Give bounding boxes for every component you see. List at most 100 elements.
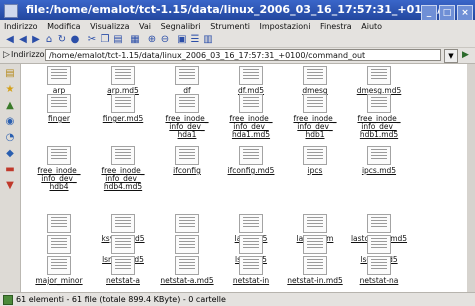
text-file-icon — [111, 214, 135, 233]
file-item[interactable]: arp.md5 — [91, 66, 155, 95]
menu-impostazioni[interactable]: Impostazioni — [259, 22, 310, 31]
file-item[interactable]: ipcs — [283, 146, 347, 175]
go-icon[interactable]: ▶ — [459, 49, 472, 61]
file-item[interactable]: df.md5 — [219, 66, 283, 95]
favorites-icon[interactable]: ★ — [4, 84, 16, 96]
copy-icon[interactable]: ❐ — [99, 34, 111, 46]
root-folder-icon[interactable]: ▼ — [4, 180, 16, 192]
forward-icon[interactable]: ▶ — [30, 34, 42, 46]
file-icon-view: arp arp.md5 df df.md5 dmesg dmesg.md5 finger fi… — [21, 64, 475, 292]
file-item[interactable]: netstat-a — [91, 256, 155, 285]
file-item[interactable]: ifconfig — [155, 146, 219, 175]
location-label: Indirizzo: — [11, 50, 48, 59]
text-file-icon — [47, 214, 71, 233]
text-file-icon — [47, 66, 71, 85]
file-item[interactable]: netstat-in — [219, 256, 283, 285]
file-name: free_inode_ info_dev_ hdb1 — [293, 114, 337, 139]
text-file-icon — [303, 94, 327, 113]
file-item[interactable]: ipcs.md5 — [347, 146, 411, 175]
text-file-icon — [367, 214, 391, 233]
devices-icon[interactable]: ▲ — [4, 100, 16, 112]
file-name: ipcs.md5 — [361, 166, 397, 175]
text-file-icon — [175, 235, 199, 254]
file-item[interactable]: free_inode_ info_dev_ hdb4 — [27, 146, 91, 191]
maximize-button[interactable]: □ — [439, 5, 455, 20]
file-name: major_minor — [35, 276, 83, 285]
reload-icon[interactable]: ↻ — [56, 34, 68, 46]
file-item[interactable]: dmesg.md5 — [347, 66, 411, 95]
file-item[interactable]: free_inode_ info_dev_ hdb1.md5 — [347, 94, 411, 139]
file-item[interactable]: netstat-na — [347, 256, 411, 285]
file-item[interactable]: netstat-a.md5 — [155, 256, 219, 285]
text-file-icon — [367, 235, 391, 254]
menu-visualizza[interactable]: Visualizza — [90, 22, 129, 31]
zoom-out-icon[interactable]: ⊖ — [159, 34, 171, 46]
file-item[interactable]: netstat-in.md5 — [283, 256, 347, 285]
text-file-icon — [175, 66, 199, 85]
history-icon[interactable]: ◔ — [4, 132, 16, 144]
file-name: free_inode_ info_dev_ hda1.md5 — [229, 114, 273, 139]
menu-indirizzo[interactable]: Indirizzo — [4, 22, 38, 31]
zoom-in-icon[interactable]: ⊕ — [146, 34, 158, 46]
network-icon[interactable]: ◉ — [4, 116, 16, 128]
close-button[interactable]: × — [457, 5, 473, 20]
menu-strumenti[interactable]: Strumenti — [210, 22, 250, 31]
menu-aiuto[interactable]: Aiuto — [361, 22, 382, 31]
detail-view-icon[interactable]: ▥ — [202, 34, 214, 46]
file-item[interactable]: major_minor — [27, 256, 91, 285]
text-file-icon — [111, 256, 135, 275]
home-icon[interactable]: ⌂ — [43, 34, 55, 46]
up-icon[interactable]: ◀ — [4, 34, 16, 46]
text-file-icon — [47, 94, 71, 113]
location-input[interactable]: /home/emalot/tct-1.15/data/linux_2006_03… — [45, 49, 441, 61]
bookmarks-icon[interactable]: ▤ — [4, 68, 16, 80]
file-item[interactable]: finger.md5 — [91, 94, 155, 123]
menu-vai[interactable]: Vai — [139, 22, 151, 31]
title-bar[interactable]: file:/home/emalot/tct-1.15/data/linux_20… — [0, 0, 475, 20]
back-icon[interactable]: ◀ — [17, 34, 29, 46]
file-item[interactable]: free_inode_ info_dev_ hda1 — [155, 94, 219, 139]
file-item[interactable]: arp — [27, 66, 91, 95]
print-icon[interactable]: ▦ — [129, 34, 141, 46]
text-file-icon — [303, 146, 327, 165]
file-item[interactable]: dmesg — [283, 66, 347, 95]
text-file-icon — [239, 214, 263, 233]
text-file-icon — [303, 66, 327, 85]
text-file-icon — [175, 94, 199, 113]
file-item[interactable]: finger — [27, 94, 91, 123]
file-name: netstat-a — [106, 276, 140, 285]
cut-icon[interactable]: ✂ — [86, 34, 98, 46]
paste-icon[interactable]: ▤ — [112, 34, 124, 46]
icon-view-icon[interactable]: ▣ — [176, 34, 188, 46]
file-item[interactable]: ifconfig.md5 — [219, 146, 283, 175]
location-dropdown-icon[interactable]: ▼ — [444, 49, 458, 63]
file-name: free_inode_ info_dev_ hdb1.md5 — [357, 114, 401, 139]
file-name: free_inode_ info_dev_ hdb4.md5 — [101, 166, 145, 191]
menu-modifica[interactable]: Modifica — [47, 22, 80, 31]
file-name: free_inode_ info_dev_ hdb4 — [37, 166, 81, 191]
menu-finestra[interactable]: Finestra — [320, 22, 352, 31]
text-file-icon — [367, 256, 391, 275]
text-file-icon — [111, 235, 135, 254]
minimize-button[interactable]: _ — [421, 5, 437, 20]
text-file-icon — [175, 146, 199, 165]
vertical-scrollbar[interactable] — [467, 64, 475, 292]
file-name: netstat-a.md5 — [160, 276, 214, 285]
text-file-icon — [111, 146, 135, 165]
file-item[interactable]: df — [155, 66, 219, 95]
menu-bar: Indirizzo Modifica Visualizza Vai Segnal… — [0, 20, 475, 33]
menu-segnalibri[interactable]: Segnalibri — [161, 22, 201, 31]
text-file-icon — [367, 94, 391, 113]
home-folder-icon[interactable]: ▬ — [4, 164, 16, 176]
file-manager-window: file:/home/emalot/tct-1.15/data/linux_20… — [0, 0, 475, 306]
list-view-icon[interactable]: ☰ — [189, 34, 201, 46]
clear-location-icon[interactable]: ▷ — [3, 50, 10, 60]
text-file-icon — [239, 66, 263, 85]
file-item[interactable]: free_inode_ info_dev_ hda1.md5 — [219, 94, 283, 139]
file-item[interactable]: free_inode_ info_dev_ hdb4.md5 — [91, 146, 155, 191]
services-icon[interactable]: ◆ — [4, 148, 16, 160]
file-item[interactable]: free_inode_ info_dev_ hdb1 — [283, 94, 347, 139]
text-file-icon — [239, 235, 263, 254]
status-icon — [3, 295, 13, 305]
stop-icon[interactable]: ● — [69, 34, 81, 46]
